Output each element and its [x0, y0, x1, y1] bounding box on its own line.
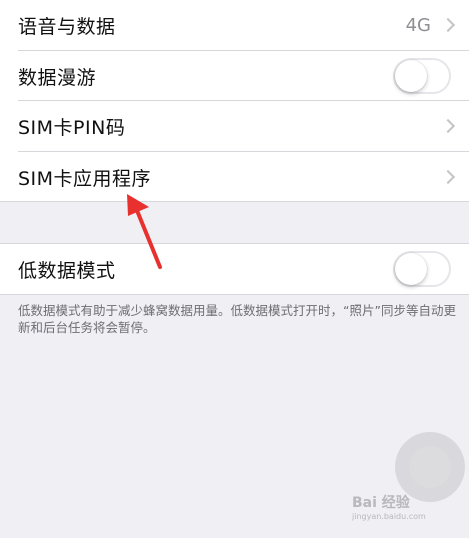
assistive-touch-inner [409, 446, 451, 488]
baidu-watermark-url: jingyan.baidu.com [352, 512, 426, 521]
baidu-watermark: Bai 经验 [352, 495, 410, 511]
